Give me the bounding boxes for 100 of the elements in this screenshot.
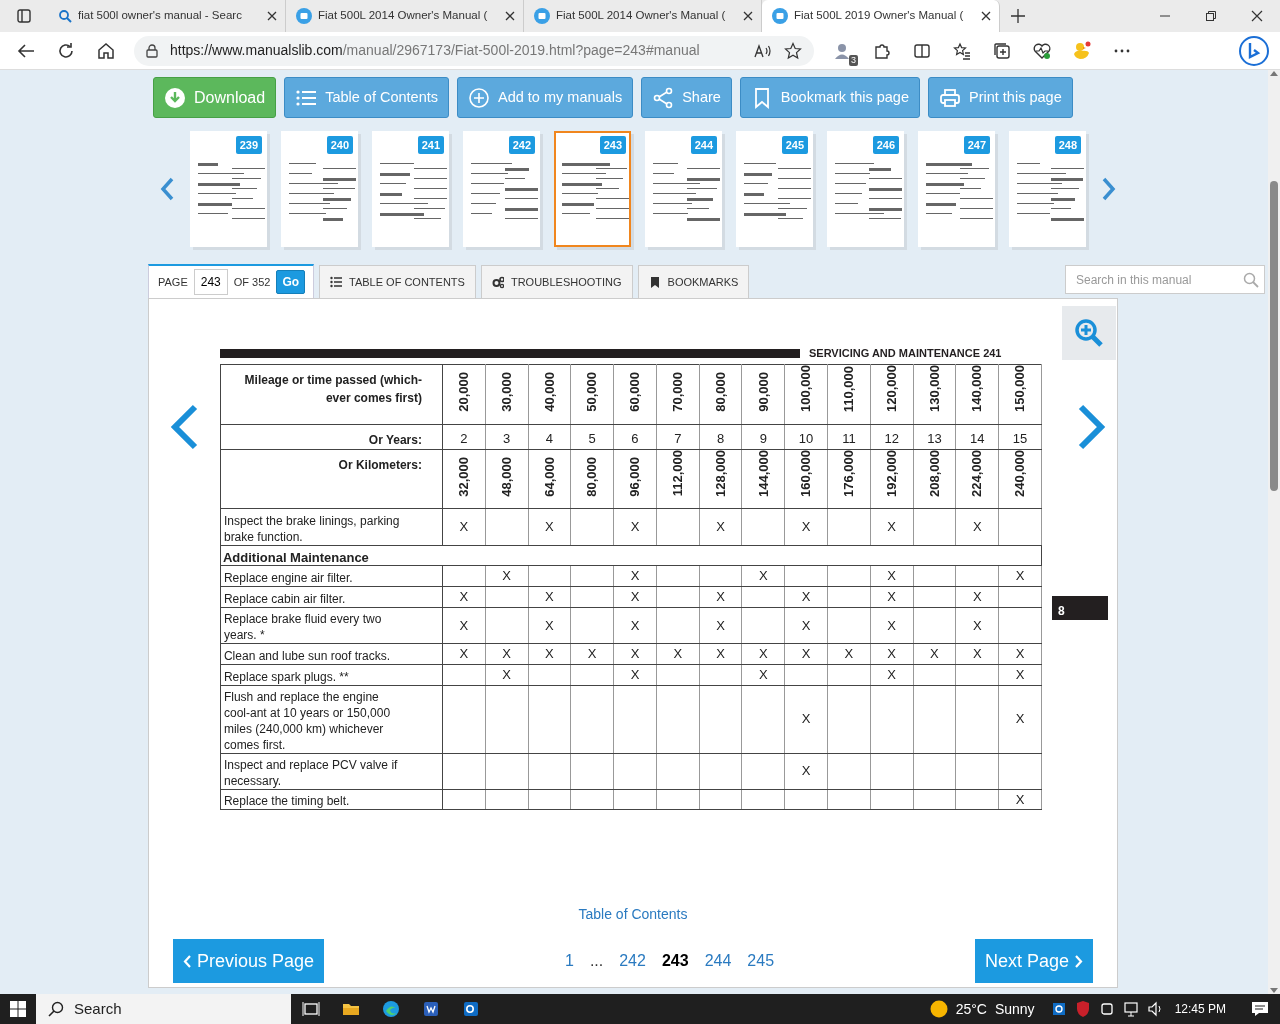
chevron-right-icon[interactable] [1076,404,1107,450]
page-thumbnail[interactable]: 244 [645,130,722,247]
task-view-icon[interactable] [302,1000,320,1018]
page-thumbnail[interactable]: 239 [190,130,267,247]
puzzle-icon[interactable] [873,41,891,60]
section-tab[interactable]: BOOKMARKS [637,265,750,298]
next-page-button[interactable]: Next Page [974,939,1093,983]
page-thumbnail[interactable]: 246 [827,130,904,247]
table-cell: Inspect the brake linings, parking brake function. [220,508,443,546]
toolbar-button[interactable]: Print this page [928,77,1073,118]
star-icon[interactable] [784,41,802,60]
close-icon[interactable] [505,11,515,21]
table-cell: X [528,643,571,665]
browser-tab[interactable]: Fiat 500L 2019 Owner's Manual ( [762,0,1000,32]
bing-logo-icon[interactable] [1239,35,1269,66]
toolbar-button[interactable]: Table of Contents [284,77,449,118]
list-icon [330,275,342,289]
table-cell: X [485,643,528,665]
network-icon[interactable] [1123,1000,1138,1018]
close-icon[interactable] [1251,10,1263,22]
section-tab[interactable]: TABLE OF CONTENTS [319,265,476,298]
page-thumbnail[interactable]: 241 [372,130,449,247]
table-cell: X [870,565,914,587]
page-link[interactable]: 1 [564,949,574,973]
page-thumbnail[interactable]: 245 [736,130,813,247]
temperature: 25°C [955,999,987,1019]
table-cell: Replace engine air filter. [220,565,443,587]
address-bar[interactable]: https://www.manualslib.com/manual/2967173/Fiat-500l-2019.html?page=243#manual [134,35,814,66]
heart-pulse-icon[interactable] [1033,41,1051,60]
page-number-badge: 243 [599,135,626,154]
sun-icon [929,1000,948,1018]
table-header-cell-text: 112,000 [669,450,686,497]
go-button[interactable]: Go [276,270,306,294]
camera-icon[interactable] [1099,1000,1114,1018]
read-aloud-icon[interactable] [754,43,772,58]
page-thumbnail[interactable]: 243 [554,130,631,247]
zoom-in-icon[interactable] [1073,318,1104,348]
close-icon[interactable] [981,11,991,21]
home-icon[interactable] [97,41,115,60]
table-header-cell-text: 100,000 [797,365,815,412]
volume-icon[interactable] [1147,1000,1162,1018]
page-thumbnail[interactable]: 242 [463,130,540,247]
table-header-cell: 14 [955,424,999,449]
table-cell: X [613,643,657,665]
edge-icon[interactable] [382,1000,400,1018]
chevron-left-icon[interactable] [169,404,200,450]
word-icon[interactable] [422,1000,440,1018]
table-cell: X [870,607,914,644]
table-cell: X [998,643,1042,665]
page-link[interactable]: 242 [619,949,646,973]
table-cell: X [528,586,571,608]
windows-logo-icon[interactable] [9,1000,27,1018]
page-thumbnail[interactable]: 248 [1009,130,1086,247]
refresh-icon[interactable] [57,41,75,60]
download-button[interactable]: Download [153,77,277,118]
table-cell: Inspect and replace PCV valve if necessary. [220,753,443,789]
scrollbar-thumb[interactable] [1270,181,1278,491]
table-cell: X [998,664,1042,685]
notifications-icon[interactable] [1251,1000,1269,1018]
chevron-left-icon[interactable] [160,176,174,201]
toolbar-button[interactable]: Bookmark this page [739,77,920,118]
collections-icon[interactable] [993,41,1011,60]
bookmark-icon [648,275,661,289]
page-link[interactable]: 243 [661,949,689,973]
chevron-right-icon[interactable] [1102,176,1116,201]
table-cell: X [784,508,828,546]
table-header-cell-text: 176,000 [840,449,858,497]
duck-icon[interactable] [1072,40,1092,61]
page-input[interactable]: 243 [193,269,228,295]
split-screen-icon[interactable] [913,41,931,60]
taskbar-search[interactable]: Search [36,994,291,1024]
page-link[interactable]: 245 [747,949,775,973]
table-cell: X [699,586,742,608]
restore-icon[interactable] [1205,10,1217,22]
close-icon[interactable] [743,11,753,21]
table-cell: X [528,508,571,546]
back-icon[interactable] [17,41,35,60]
page-thumbnail[interactable]: 240 [281,130,358,247]
outlook-icon[interactable] [462,1000,480,1018]
table-header-cell-text: 32,000 [455,456,473,497]
table-cell: X [913,643,956,665]
toolbar-button[interactable]: Add to my manuals [457,77,634,118]
page-number-badge: 240 [326,135,353,154]
table-of-contents-link[interactable]: Table of Contents [578,904,688,925]
outlook-icon[interactable] [1051,1000,1066,1018]
page-link[interactable]: 244 [704,949,732,973]
shield-icon[interactable] [1075,1000,1090,1018]
table-cell: X [699,643,742,665]
extension-icon[interactable] [833,41,851,60]
table-cell: X [442,508,486,546]
section-tab[interactable]: TROUBLESHOOTING [480,265,633,298]
table-header-cell-text: 64,000 [540,456,558,497]
favorites-icon[interactable] [953,41,971,60]
toolbar-button[interactable]: Share [641,77,732,118]
close-icon[interactable] [267,11,277,21]
previous-page-button[interactable]: Previous Page [173,939,325,983]
table-cell: X [870,643,914,665]
table-header-cell-text: 96,000 [626,456,644,497]
page-tab[interactable]: PAGE 243 OF 352 Go [148,264,314,298]
page-thumbnail[interactable]: 247 [918,130,995,247]
